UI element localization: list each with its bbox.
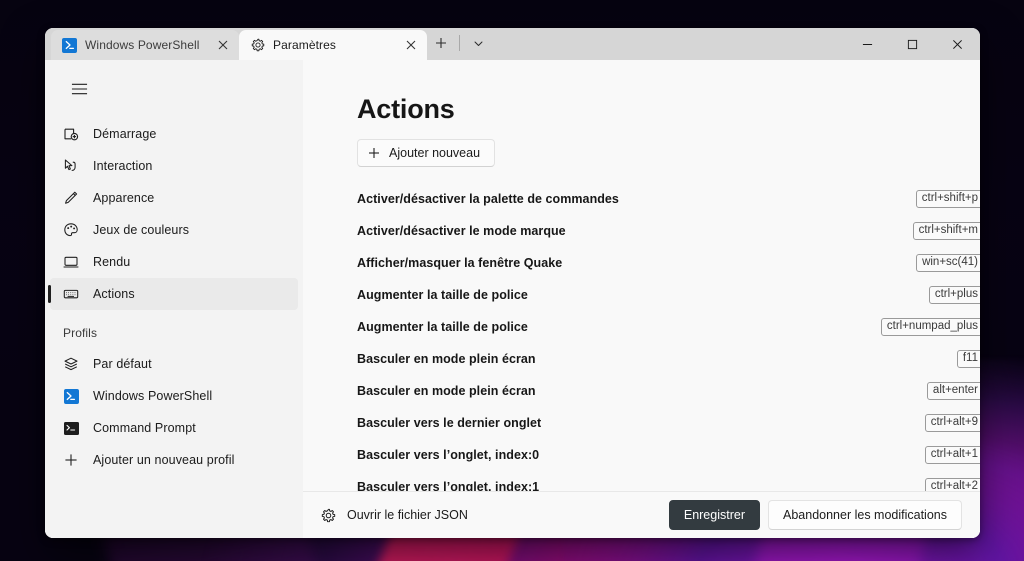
action-name: Augmenter la taille de police — [357, 288, 528, 302]
add-new-button[interactable]: Ajouter nouveau — [357, 139, 496, 167]
shortcut-chip[interactable]: ctrl+shift+m — [912, 221, 980, 241]
actions-scroll-region[interactable]: Actions Ajouter nouveau Activer/désactiv… — [303, 60, 980, 491]
table-row[interactable]: Augmenter la taille de police ctrl+numpa… — [357, 311, 980, 343]
startup-icon — [63, 126, 79, 142]
sidebar-item-interaction[interactable]: Interaction — [50, 150, 298, 182]
sidebar-item-jeux-de-couleurs[interactable]: Jeux de couleurs — [50, 214, 298, 246]
table-row[interactable]: Basculer vers l’onglet, index:0 ctrl+alt… — [357, 439, 980, 471]
sidebar-item-ajouter-profil[interactable]: Ajouter un nouveau profil — [50, 444, 298, 476]
monitor-icon — [63, 254, 79, 270]
footer-action-buttons: Enregistrer Abandonner les modifications — [668, 500, 962, 530]
sidebar-item-demarrage[interactable]: Démarrage — [50, 118, 298, 150]
cursor-hand-icon — [63, 158, 79, 174]
sidebar-item-label: Ajouter un nouveau profil — [93, 453, 235, 467]
shortcut-chip[interactable]: f11 — [956, 349, 980, 369]
palette-icon — [63, 222, 79, 238]
tab-label: Paramètres — [273, 38, 337, 52]
keyboard-icon — [63, 286, 79, 302]
pencil-icon — [63, 190, 79, 206]
action-name: Basculer vers l’onglet, index:0 — [357, 448, 540, 462]
action-name: Activer/désactiver la palette de command… — [357, 192, 619, 206]
add-new-label: Ajouter nouveau — [389, 146, 481, 160]
table-row[interactable]: Basculer en mode plein écran alt+enter — [357, 375, 980, 407]
settings-footer: Ouvrir le fichier JSON Enregistrer Aband… — [303, 491, 980, 538]
settings-main-panel: Actions Ajouter nouveau Activer/désactiv… — [303, 60, 980, 538]
sidebar-item-actions[interactable]: Actions — [48, 278, 298, 310]
sidebar-item-windows-powershell[interactable]: Windows PowerShell — [50, 380, 298, 412]
sidebar-item-par-defaut[interactable]: Par défaut — [50, 348, 298, 380]
layers-icon — [63, 356, 79, 372]
close-icon[interactable] — [401, 35, 421, 55]
table-row[interactable]: Basculer vers le dernier onglet ctrl+alt… — [357, 407, 980, 439]
discard-changes-button[interactable]: Abandonner les modifications — [768, 500, 962, 530]
table-row[interactable]: Basculer en mode plein écran f11 — [357, 343, 980, 375]
sidebar-item-label: Actions — [93, 287, 135, 301]
tab-strip: Windows PowerShell Paramètres — [45, 28, 492, 60]
close-button[interactable] — [935, 28, 980, 60]
page-title: Actions — [357, 94, 455, 124]
actions-list: Activer/désactiver la palette de command… — [357, 183, 980, 491]
shortcut-chip[interactable]: ctrl+numpad_plus — [880, 317, 980, 337]
maximize-button[interactable] — [890, 28, 935, 60]
action-name: Basculer en mode plein écran — [357, 384, 536, 398]
tab-parametres[interactable]: Paramètres — [239, 30, 427, 60]
table-row[interactable]: Afficher/masquer la fenêtre Quake win+sc… — [357, 247, 980, 279]
plus-icon — [63, 452, 79, 468]
shortcut-chip[interactable]: ctrl+alt+9 — [924, 413, 980, 433]
sidebar-item-rendu[interactable]: Rendu — [50, 246, 298, 278]
gear-icon — [321, 508, 336, 523]
sidebar-item-label: Windows PowerShell — [93, 389, 213, 403]
sidebar-nav-list: Démarrage Interaction Apparence Jeux de … — [45, 114, 303, 476]
shortcut-chip[interactable]: ctrl+shift+p — [915, 189, 980, 209]
powershell-icon — [62, 37, 77, 53]
shortcut-chip[interactable]: ctrl+alt+1 — [924, 445, 980, 465]
action-name: Activer/désactiver le mode marque — [357, 224, 566, 238]
action-name: Basculer vers le dernier onglet — [357, 416, 542, 430]
powershell-icon — [63, 388, 79, 404]
cmd-icon — [63, 420, 79, 436]
action-name: Afficher/masquer la fenêtre Quake — [357, 256, 563, 270]
chevron-down-icon[interactable] — [464, 30, 492, 56]
tab-label: Windows PowerShell — [85, 38, 200, 52]
new-tab-button[interactable] — [427, 30, 455, 56]
gear-icon — [250, 38, 265, 53]
table-row[interactable]: Activer/désactiver la palette de command… — [357, 183, 980, 215]
sidebar-item-command-prompt[interactable]: Command Prompt — [50, 412, 298, 444]
close-icon[interactable] — [213, 35, 233, 55]
title-bar: Windows PowerShell Paramètres — [45, 28, 980, 60]
sidebar-item-label: Par défaut — [93, 357, 152, 371]
action-name: Basculer en mode plein écran — [357, 352, 536, 366]
window-body: Démarrage Interaction Apparence Jeux de … — [45, 60, 980, 538]
menu-icon[interactable] — [61, 72, 97, 106]
shortcut-chip[interactable]: win+sc(41) — [916, 253, 980, 273]
save-button[interactable]: Enregistrer — [668, 500, 760, 530]
shortcut-chip[interactable]: ctrl+plus — [928, 285, 980, 305]
action-name: Augmenter la taille de police — [357, 320, 528, 334]
sidebar-section-profils: Profils — [63, 326, 98, 340]
divider — [459, 35, 460, 51]
minimize-button[interactable] — [845, 28, 890, 60]
shortcut-chip[interactable]: ctrl+alt+2 — [924, 477, 980, 491]
table-row[interactable]: Augmenter la taille de police ctrl+plus — [357, 279, 980, 311]
action-name: Basculer vers l’onglet, index:1 — [357, 480, 540, 491]
sidebar-item-label: Interaction — [93, 159, 153, 173]
window-controls — [845, 28, 980, 60]
open-json-file-button[interactable]: Ouvrir le fichier JSON — [313, 502, 476, 529]
settings-sidebar: Démarrage Interaction Apparence Jeux de … — [45, 60, 303, 538]
plus-icon — [368, 147, 380, 159]
sidebar-item-apparence[interactable]: Apparence — [50, 182, 298, 214]
sidebar-item-label: Command Prompt — [93, 421, 196, 435]
sidebar-item-label: Démarrage — [93, 127, 157, 141]
tab-bar-controls — [427, 28, 492, 60]
table-row[interactable]: Basculer vers l’onglet, index:1 ctrl+alt… — [357, 471, 980, 491]
shortcut-chip[interactable]: alt+enter — [926, 381, 980, 401]
sidebar-item-label: Apparence — [93, 191, 155, 205]
sidebar-item-label: Jeux de couleurs — [93, 223, 190, 237]
tab-windows-powershell[interactable]: Windows PowerShell — [51, 30, 239, 60]
sidebar-item-label: Rendu — [93, 255, 131, 269]
table-row[interactable]: Activer/désactiver le mode marque ctrl+s… — [357, 215, 980, 247]
open-json-label: Ouvrir le fichier JSON — [347, 508, 468, 522]
terminal-window: Windows PowerShell Paramètres Démarrage … — [45, 28, 980, 538]
